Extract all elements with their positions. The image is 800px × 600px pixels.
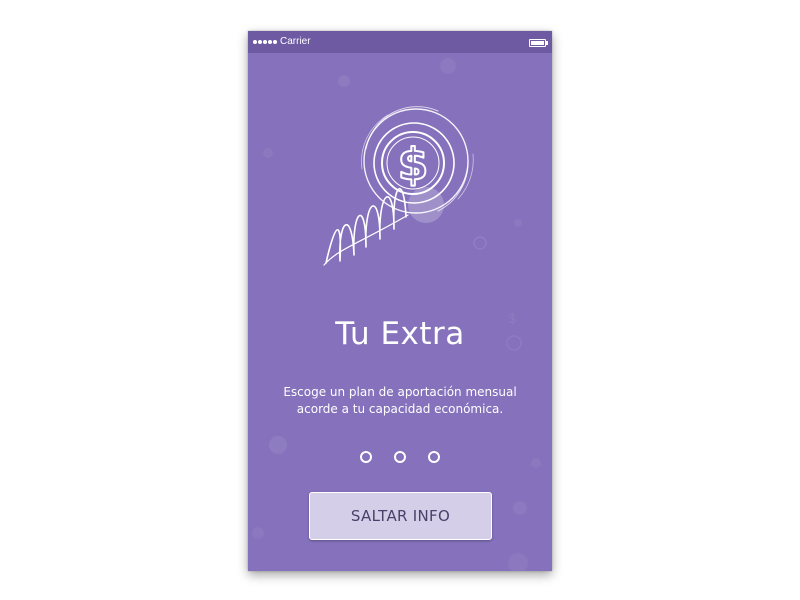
page-dot-1[interactable] <box>360 451 372 463</box>
svg-text:$: $ <box>398 139 429 190</box>
battery-icon <box>529 39 548 47</box>
onboarding-description: Escoge un plan de aportación mensual aco… <box>268 384 532 418</box>
carrier-label: Carrier <box>280 36 311 47</box>
status-bar: Carrier <box>248 31 552 53</box>
signal-dots-icon <box>253 40 277 44</box>
page-dot-3[interactable] <box>428 451 440 463</box>
phone-screen: Carrier $ $ Tu Extra Escoge un plan de a… <box>248 31 552 571</box>
onboarding-title: Tu Extra <box>335 316 465 352</box>
description-line-2: acorde a tu capacidad económica. <box>296 402 504 416</box>
coin-spring-dollar-icon: $ <box>323 106 474 266</box>
skip-info-button[interactable]: SALTAR INFO <box>309 492 492 540</box>
page-dot-2[interactable] <box>394 451 406 463</box>
page-indicator <box>360 449 440 465</box>
description-line-1: Escoge un plan de aportación mensual <box>283 385 517 399</box>
